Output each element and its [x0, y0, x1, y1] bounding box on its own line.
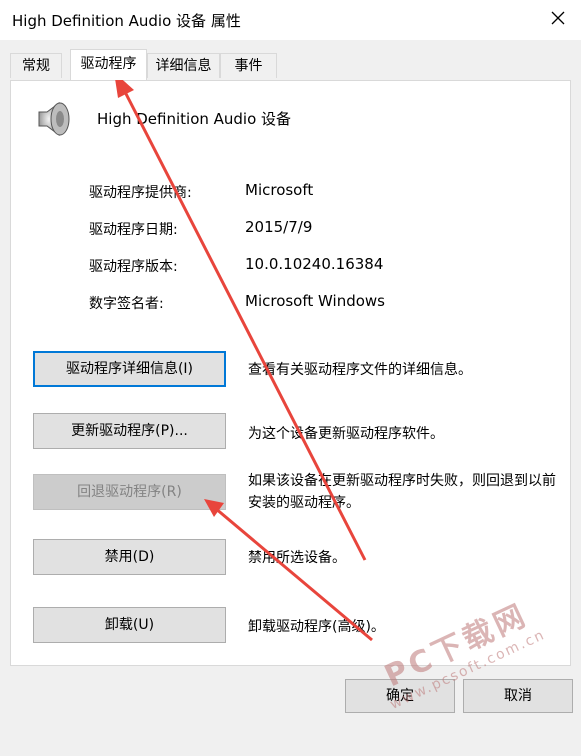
driver-panel: High Definition Audio 设备 驱动程序提供商: Micros… — [10, 80, 571, 666]
update-driver-button[interactable]: 更新驱动程序(P)... — [33, 413, 226, 449]
close-button[interactable] — [535, 0, 581, 36]
disable-device-desc: 禁用所选设备。 — [248, 550, 346, 566]
uninstall-driver-desc: 卸载驱动程序(高级)。 — [248, 619, 385, 635]
rollback-driver-button: 回退驱动程序(R) — [33, 474, 226, 510]
driver-version-value: 10.0.10240.16384 — [245, 255, 384, 273]
driver-date-label: 驱动程序日期: — [89, 222, 178, 238]
title-bar: High Definition Audio 设备 属性 — [0, 0, 581, 40]
tab-general[interactable]: 常规 — [10, 53, 62, 78]
close-icon — [551, 11, 565, 25]
tab-strip: 常规 驱动程序 详细信息 事件 — [0, 40, 581, 80]
driver-version-label: 驱动程序版本: — [89, 259, 178, 275]
tab-driver[interactable]: 驱动程序 — [70, 49, 147, 80]
window-title: High Definition Audio 设备 属性 — [12, 12, 241, 30]
driver-details-button[interactable]: 驱动程序详细信息(I) — [33, 351, 226, 387]
digital-signer-label: 数字签名者: — [89, 296, 164, 312]
driver-details-desc: 查看有关驱动程序文件的详细信息。 — [248, 362, 472, 378]
tab-events[interactable]: 事件 — [220, 53, 277, 78]
update-driver-desc: 为这个设备更新驱动程序软件。 — [248, 426, 444, 442]
rollback-driver-desc: 如果该设备在更新驱动程序时失败，则回退到以前安装的驱动程序。 — [248, 473, 556, 511]
speaker-icon — [38, 102, 70, 136]
uninstall-driver-button[interactable]: 卸载(U) — [33, 607, 226, 643]
cancel-button[interactable]: 取消 — [463, 679, 573, 713]
driver-provider-label: 驱动程序提供商: — [89, 185, 192, 201]
digital-signer-value: Microsoft Windows — [245, 292, 385, 310]
tab-details[interactable]: 详细信息 — [147, 53, 220, 78]
ok-button[interactable]: 确定 — [345, 679, 455, 713]
device-name: High Definition Audio 设备 — [97, 110, 292, 128]
driver-provider-value: Microsoft — [245, 181, 314, 199]
driver-date-value: 2015/7/9 — [245, 218, 313, 236]
disable-device-button[interactable]: 禁用(D) — [33, 539, 226, 575]
